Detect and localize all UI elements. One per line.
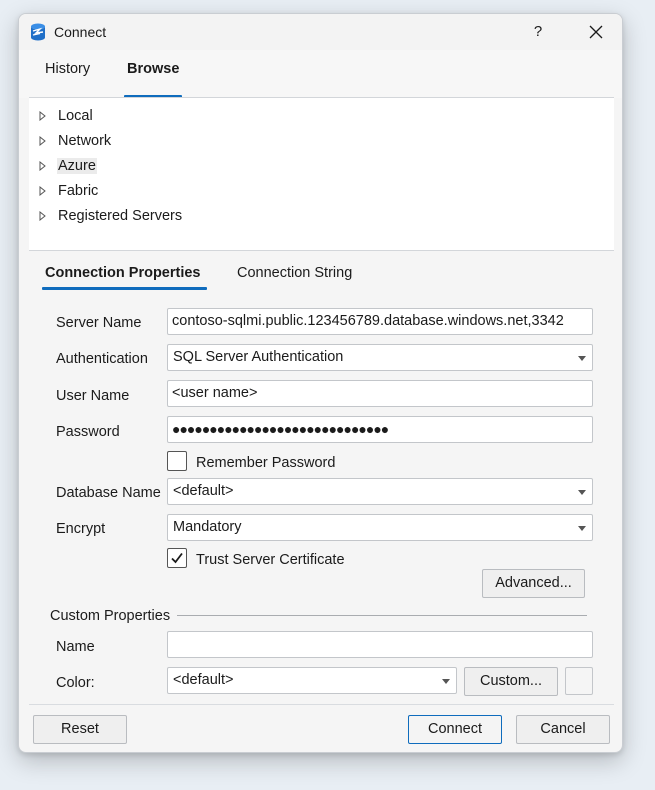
tree-item-azure[interactable]: Azure: [29, 156, 329, 178]
divider: [29, 250, 614, 251]
tree-item-network[interactable]: Network: [29, 131, 329, 153]
tab-history[interactable]: History: [45, 61, 90, 77]
browse-tree[interactable]: Local Network Azure Fabric Registered Se…: [29, 98, 614, 250]
connect-dialog: Connect ? History Browse Local Network A…: [18, 13, 623, 753]
authentication-label: Authentication: [56, 351, 148, 367]
check-icon: [171, 552, 183, 564]
authentication-value: SQL Server Authentication: [173, 349, 344, 365]
custom-properties-label: Custom Properties: [50, 608, 175, 624]
divider: [29, 704, 614, 705]
color-select[interactable]: <default>: [167, 667, 457, 694]
password-label: Password: [56, 424, 120, 440]
tree-item-fabric[interactable]: Fabric: [29, 181, 329, 203]
tree-item-local[interactable]: Local: [29, 106, 329, 128]
chevron-down-icon: [442, 679, 450, 684]
encrypt-label: Encrypt: [56, 521, 106, 537]
triangle-right-icon: [39, 136, 46, 146]
window-title: Connect: [54, 24, 107, 40]
encrypt-select[interactable]: Mandatory: [167, 514, 593, 541]
reset-button[interactable]: Reset: [33, 715, 127, 744]
cancel-button[interactable]: Cancel: [516, 715, 610, 744]
tree-item-label: Network: [58, 133, 112, 149]
tree-item-registered-servers[interactable]: Registered Servers: [29, 206, 329, 228]
tab-browse[interactable]: Browse: [127, 61, 179, 77]
user-name-input[interactable]: <user name>: [167, 380, 593, 407]
triangle-right-icon: [39, 161, 46, 171]
connect-button[interactable]: Connect: [408, 715, 502, 744]
tree-item-label: Azure: [57, 158, 97, 174]
custom-color-button[interactable]: Custom...: [464, 667, 558, 696]
help-button[interactable]: ?: [527, 20, 549, 44]
chevron-down-icon: [578, 526, 586, 531]
top-tab-bar: History Browse: [19, 50, 622, 98]
color-swatch[interactable]: [565, 667, 593, 695]
remember-password-label: Remember Password: [196, 455, 336, 471]
name-label: Name: [56, 639, 95, 655]
trust-server-certificate-label: Trust Server Certificate: [196, 552, 345, 568]
authentication-select[interactable]: SQL Server Authentication: [167, 344, 593, 371]
server-name-label: Server Name: [56, 315, 142, 331]
chevron-down-icon: [578, 490, 586, 495]
tab-connection-string[interactable]: Connection String: [237, 265, 352, 281]
name-input[interactable]: [167, 631, 593, 658]
color-value: <default>: [173, 672, 234, 688]
database-icon: [31, 23, 45, 41]
tree-item-label: Registered Servers: [58, 208, 183, 224]
database-name-label: Database Name: [56, 485, 161, 501]
tree-item-label: Local: [58, 108, 93, 124]
remember-password-checkbox[interactable]: [167, 451, 187, 471]
database-name-value: <default>: [173, 483, 234, 499]
tab-connection-properties-indicator: [42, 287, 207, 290]
database-name-select[interactable]: <default>: [167, 478, 593, 505]
tree-item-label: Fabric: [58, 183, 99, 199]
triangle-right-icon: [39, 186, 46, 196]
title-bar: Connect ?: [19, 14, 622, 50]
password-input[interactable]: ●●●●●●●●●●●●●●●●●●●●●●●●●●●●●: [167, 416, 593, 443]
trust-server-certificate-checkbox[interactable]: [167, 548, 187, 568]
advanced-button[interactable]: Advanced...: [482, 569, 585, 598]
chevron-down-icon: [578, 356, 586, 361]
tab-connection-properties[interactable]: Connection Properties: [45, 265, 201, 281]
custom-properties-divider: [177, 615, 587, 616]
triangle-right-icon: [39, 111, 46, 121]
server-name-input[interactable]: contoso-sqlmi.public.123456789.database.…: [167, 308, 593, 335]
triangle-right-icon: [39, 211, 46, 221]
close-icon: [589, 25, 603, 39]
close-button[interactable]: [582, 19, 610, 45]
user-name-label: User Name: [56, 388, 130, 404]
color-label: Color:: [56, 675, 95, 691]
encrypt-value: Mandatory: [173, 519, 242, 535]
